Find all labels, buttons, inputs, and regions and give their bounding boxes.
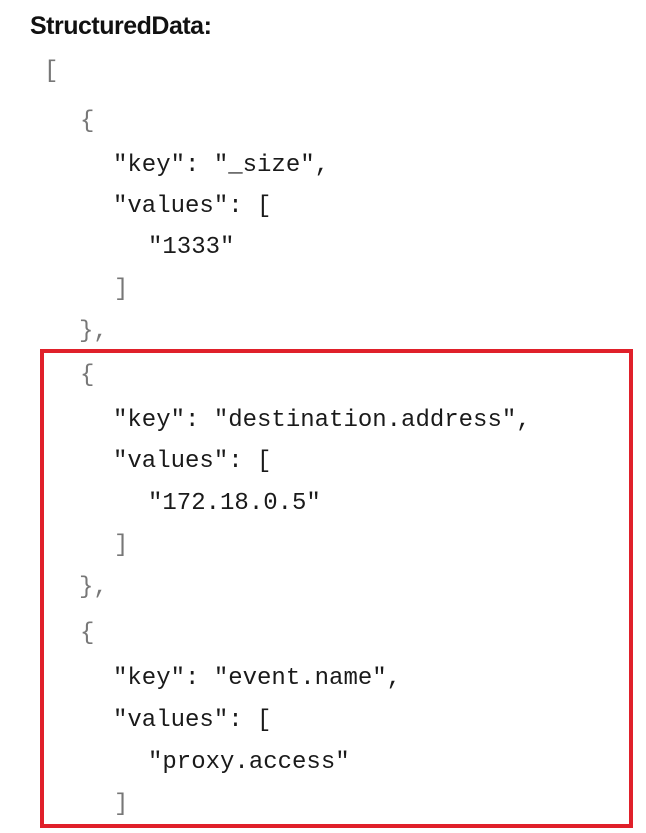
value-line: "172.18.0.5" <box>148 490 321 517</box>
object-close-brace: }, <box>79 574 108 601</box>
key-line: "key": "destination.address", <box>113 407 531 434</box>
array-open-bracket: [ <box>44 58 59 85</box>
values-line: "values": [ <box>113 707 272 734</box>
values-line: "values": [ <box>113 193 272 220</box>
object-open-brace: { <box>80 362 95 389</box>
value-line: "proxy.access" <box>148 749 350 776</box>
object-open-brace: { <box>80 108 95 135</box>
value-line: "1333" <box>148 234 235 261</box>
array-close-bracket: ] <box>114 276 129 303</box>
structured-data-heading: StructuredData: <box>30 12 212 40</box>
json-code-block: [ { "key": "_size", "values": [ "1333" ]… <box>0 0 531 818</box>
object-close-brace: }, <box>79 318 108 345</box>
values-line: "values": [ <box>113 448 272 475</box>
array-close-bracket: ] <box>114 532 129 559</box>
array-close-bracket: ] <box>114 791 129 818</box>
object-open-brace: { <box>80 620 95 647</box>
key-line: "key": "_size", <box>113 152 330 179</box>
key-line: "key": "event.name", <box>113 665 402 692</box>
